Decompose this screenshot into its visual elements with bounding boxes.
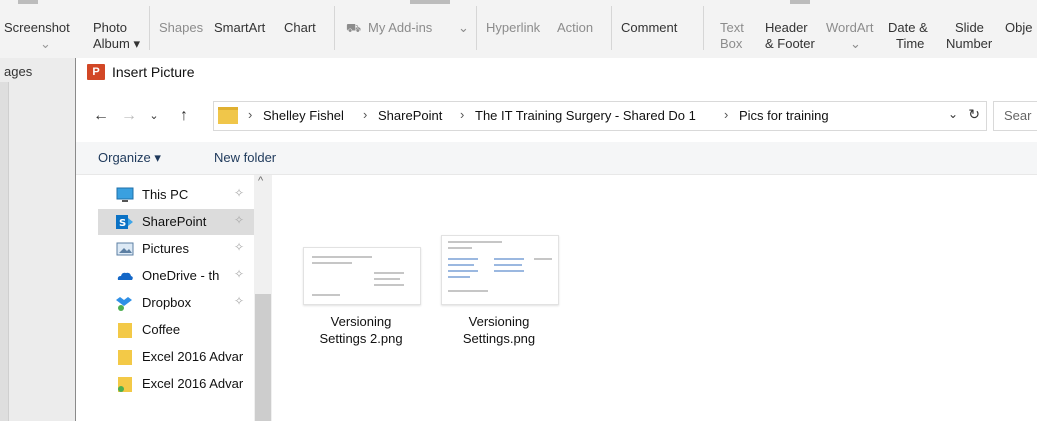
my-addins-label: My Add-ins (368, 20, 433, 35)
file-item[interactable]: Versioning Settings.png (438, 235, 560, 355)
screenshot-label: Screenshot (4, 20, 70, 35)
object-label: Obje (1005, 20, 1033, 35)
chart-label: Chart (284, 20, 316, 35)
ribbon-separator (149, 6, 150, 50)
file-thumbnail (303, 247, 421, 305)
pin-icon[interactable]: ✧ (234, 186, 244, 200)
smartart-label: SmartArt (214, 20, 266, 35)
nav-item-excel-advanced-synced[interactable]: Excel 2016 Advar (98, 371, 258, 397)
breadcrumb-item[interactable]: The IT Training Surgery - Shared Do 1 (475, 108, 696, 123)
nav-item-label: Excel 2016 Advar (142, 376, 244, 391)
synced-folder-icon (118, 377, 132, 392)
ribbon: Screenshot ⌄ Photo Album ▾ Shapes SmartA… (0, 0, 1037, 59)
navigation-pane: This PC ✧ S SharePoint ✧ Pictures ✧ OneD… (76, 175, 272, 421)
text-box-label-2: Box (720, 36, 743, 51)
pin-icon[interactable]: ✧ (234, 294, 244, 308)
address-dropdown-icon[interactable]: ⌄ (948, 107, 958, 121)
shapes-label: Shapes (159, 20, 204, 35)
file-name: Versioning (330, 314, 392, 329)
ribbon-separator (476, 6, 477, 50)
header-footer-label-2: & Footer (765, 36, 815, 51)
file-name-line-2: Settings 2.png (319, 331, 403, 346)
photo-album-label: Photo (93, 20, 127, 35)
slides-strip (0, 82, 9, 421)
date-time-label: Date & (888, 20, 928, 35)
dropbox-icon (116, 297, 132, 311)
nav-item-label: Excel 2016 Advar (142, 349, 244, 364)
back-arrow-icon[interactable]: ← (90, 98, 112, 134)
folder-icon (118, 323, 132, 338)
breadcrumb-separator-icon: › (724, 107, 729, 122)
breadcrumb-item[interactable]: Shelley Fishel (263, 108, 344, 123)
folder-icon (218, 107, 238, 124)
chevron-down-icon: ⌄ (850, 36, 861, 51)
slide-number-label: Slide (955, 20, 984, 35)
breadcrumb-item[interactable]: Pics for training (739, 108, 829, 123)
pin-icon[interactable]: ✧ (234, 213, 244, 227)
pin-icon[interactable]: ✧ (234, 240, 244, 254)
powerpoint-icon: P (87, 64, 105, 80)
photo-album-label-2: Album ▾ (93, 36, 140, 51)
nav-item-dropbox[interactable]: Dropbox ✧ (98, 290, 258, 316)
text-box-label: Text (720, 20, 744, 35)
pictures-icon (116, 242, 134, 256)
nav-item-pictures[interactable]: Pictures ✧ (98, 236, 258, 262)
search-input[interactable]: Sear (993, 101, 1037, 131)
chevron-down-icon: ⌄ (458, 20, 469, 35)
nav-item-this-pc[interactable]: This PC ✧ (98, 182, 258, 208)
breadcrumb-item[interactable]: SharePoint (378, 108, 442, 123)
search-placeholder: Sear (1004, 108, 1032, 123)
hyperlink-label: Hyperlink (486, 20, 541, 35)
ribbon-separator (334, 6, 335, 50)
nav-item-label: OneDrive - th (142, 268, 220, 283)
scroll-up-icon[interactable]: ^ (258, 175, 263, 187)
scrollbar-thumb[interactable] (255, 294, 271, 421)
wordart-label: WordArt (826, 20, 874, 35)
action-label: Action (557, 20, 594, 35)
refresh-icon[interactable]: ↻ (968, 106, 980, 123)
store-icon: ⛟ (346, 21, 362, 35)
nav-item-coffee[interactable]: Coffee (98, 317, 258, 343)
recent-locations-chevron-icon[interactable]: ⌄ (146, 98, 162, 134)
date-time-label-2: Time (896, 36, 925, 51)
onedrive-icon (117, 272, 133, 280)
sharepoint-icon: S (116, 215, 133, 229)
dialog-title: Insert Picture (112, 64, 195, 80)
breadcrumb-separator-icon: › (248, 107, 253, 122)
command-bar: Organize ▾ New folder (76, 142, 1037, 175)
forward-arrow-icon[interactable]: → (118, 98, 140, 134)
organize-button[interactable]: Organize ▾ (98, 150, 161, 166)
slides-pane: ages (0, 58, 75, 421)
ribbon-separator (611, 6, 612, 50)
nav-item-label: Coffee (142, 322, 181, 337)
breadcrumb-separator-icon: › (363, 107, 368, 122)
chevron-down-icon: ⌄ (40, 36, 51, 51)
ribbon-peek (18, 0, 38, 4)
ribbon-separator (703, 6, 704, 50)
dialog-titlebar: P Insert Picture (76, 58, 1037, 88)
file-item[interactable]: Versioning Settings 2.png (300, 235, 422, 355)
comment-label: Comment (621, 20, 678, 35)
ribbon-peek (790, 0, 810, 4)
up-arrow-icon[interactable]: ↑ (170, 98, 198, 134)
folder-icon (118, 350, 132, 365)
header-footer-label: Header (765, 20, 808, 35)
nav-item-sharepoint[interactable]: S SharePoint ✧ (98, 209, 258, 235)
address-bar[interactable]: › Shelley Fishel › SharePoint › The IT T… (213, 101, 987, 131)
breadcrumb-separator-icon: › (460, 107, 465, 122)
file-name-line-2: Settings.png (462, 331, 536, 346)
file-name: Versioning (468, 314, 530, 329)
svg-text:S: S (119, 218, 126, 229)
pages-label: ages (4, 64, 33, 79)
pin-icon[interactable]: ✧ (234, 267, 244, 281)
slide-number-label-2: Number (946, 36, 993, 51)
insert-picture-dialog: P Insert Picture ← → ⌄ ↑ › Shelley Fishe… (75, 58, 1037, 421)
ribbon-peek (410, 0, 450, 4)
address-row: ← → ⌄ ↑ › Shelley Fishel › SharePoint › … (76, 98, 1037, 134)
nav-item-excel-advanced[interactable]: Excel 2016 Advar (98, 344, 258, 370)
file-thumbnail (441, 235, 559, 305)
nav-item-onedrive[interactable]: OneDrive - th ✧ (98, 263, 258, 289)
computer-icon (116, 187, 134, 202)
new-folder-button[interactable]: New folder (214, 150, 276, 165)
